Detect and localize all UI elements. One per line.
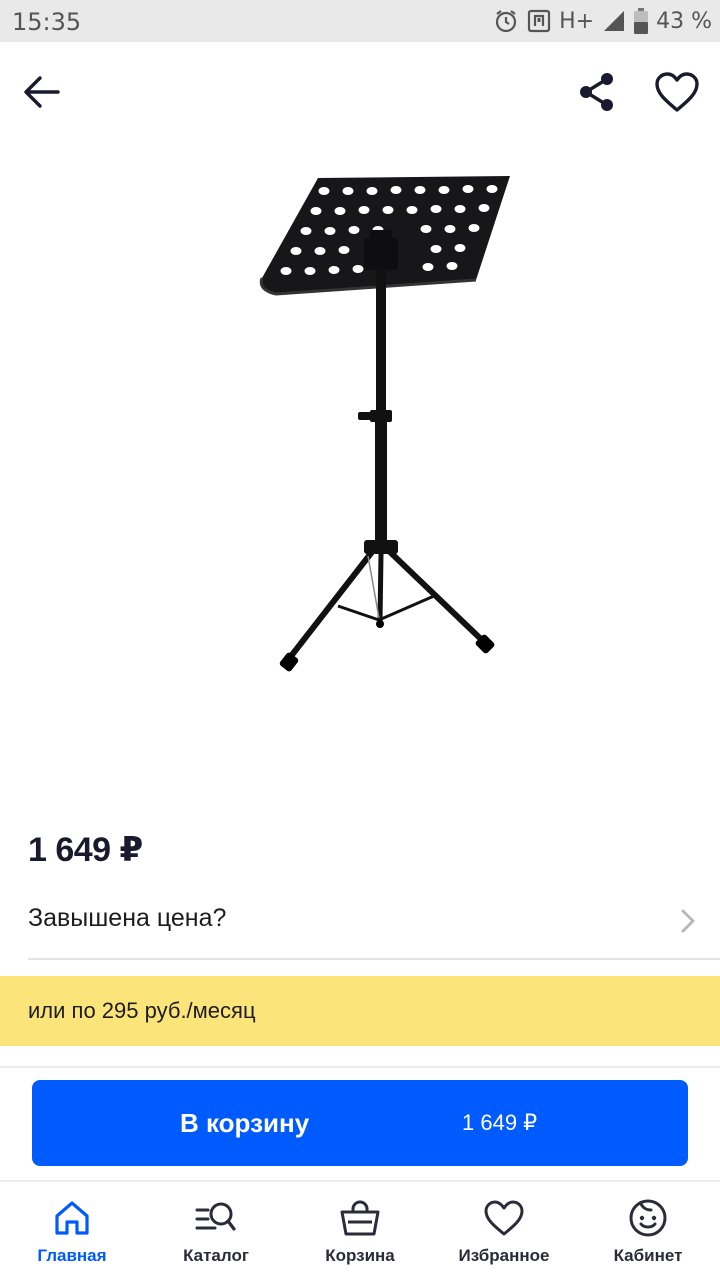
product-image[interactable] [240, 160, 520, 690]
nav-catalog-label: Каталог [183, 1246, 249, 1265]
network-type: H+ [559, 8, 595, 34]
nav-cart[interactable]: Корзина [290, 1182, 430, 1280]
price-report-label: Завышена цена? [28, 904, 227, 932]
profile-icon [626, 1196, 670, 1240]
status-time: 15:35 [12, 8, 82, 36]
favorite-button[interactable] [650, 68, 704, 120]
bottom-nav: Главная Каталог Корзина Избранное Кабине… [0, 1180, 720, 1280]
signal-icon [602, 9, 626, 33]
catalog-search-icon [194, 1196, 238, 1240]
battery-percent: 43 % [656, 8, 712, 34]
alarm-icon [493, 8, 519, 34]
share-icon [576, 71, 618, 118]
nav-favorites[interactable]: Избранное [434, 1182, 574, 1280]
nav-profile[interactable]: Кабинет [578, 1182, 718, 1280]
divider [0, 1066, 720, 1068]
heart-icon [482, 1196, 526, 1240]
add-to-cart-price: 1 649 ₽ [462, 1110, 538, 1135]
chevron-right-icon [680, 908, 696, 939]
arrow-left-icon [22, 74, 62, 115]
nav-home-label: Главная [37, 1246, 107, 1265]
heart-icon [653, 70, 701, 119]
status-bar: 15:35 H+ 43 % [0, 0, 720, 42]
home-icon [50, 1196, 94, 1240]
nav-favorites-label: Избранное [458, 1246, 550, 1265]
back-button[interactable] [18, 70, 66, 118]
installment-text: или по 295 руб./месяц [28, 998, 256, 1023]
product-price: 1 649 ₽ [28, 831, 143, 869]
nav-home[interactable]: Главная [2, 1182, 142, 1280]
add-to-cart-button[interactable]: В корзину 1 649 ₽ [32, 1080, 688, 1166]
status-icons: H+ 43 % [493, 6, 712, 36]
music-stand-image [259, 176, 510, 672]
nfc-icon [527, 9, 551, 33]
nav-catalog[interactable]: Каталог [146, 1182, 286, 1280]
nav-cart-label: Корзина [325, 1246, 395, 1265]
app-header [0, 42, 720, 142]
battery-icon [634, 8, 649, 34]
nav-profile-label: Кабинет [613, 1246, 683, 1265]
add-to-cart-label: В корзину [180, 1108, 310, 1138]
share-button[interactable] [572, 70, 622, 118]
price-report-row[interactable]: Завышена цена? [28, 884, 720, 960]
basket-icon [338, 1196, 382, 1240]
installment-banner[interactable]: или по 295 руб./месяц [0, 976, 720, 1046]
